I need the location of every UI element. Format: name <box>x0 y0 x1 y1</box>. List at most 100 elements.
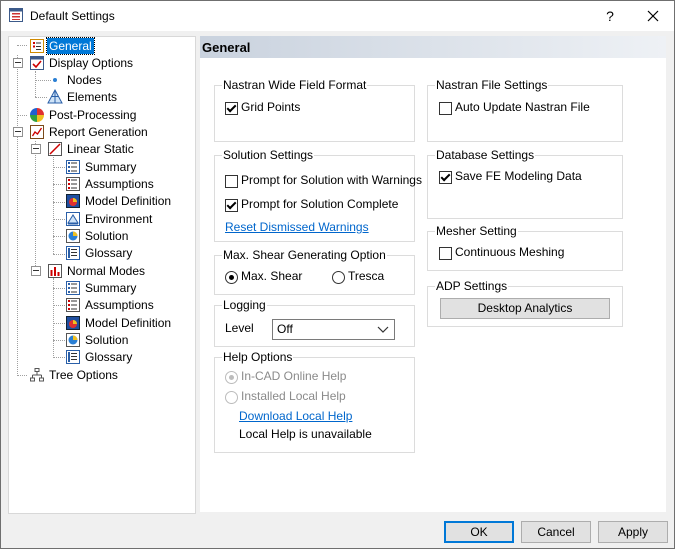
tree-item-label: Elements <box>67 90 118 104</box>
close-icon[interactable] <box>641 6 665 26</box>
solution-icon <box>66 229 80 243</box>
help-button[interactable]: ? <box>599 6 621 26</box>
nastran-file-settings-group: Nastran File Settings Auto Update Nastra… <box>427 78 623 142</box>
radio-circle[interactable] <box>225 271 238 284</box>
radio-label: Tresca <box>348 269 385 283</box>
desktop-analytics-button[interactable]: Desktop Analytics <box>440 298 610 319</box>
database-settings-group: Database Settings Save FE Modeling Data <box>427 148 623 219</box>
tree-item-general[interactable]: General <box>9 37 195 55</box>
checkbox-label: Prompt for Solution Complete <box>241 197 399 211</box>
collapse-toggle-icon[interactable] <box>31 266 41 276</box>
assumptions-icon <box>66 298 80 312</box>
tree-item-label: Display Options <box>49 56 134 70</box>
tree-item-ls-model-definition[interactable]: Model Definition <box>9 193 195 209</box>
logging-group: Logging Level Off <box>214 298 415 347</box>
tree-item-nodes[interactable]: Nodes <box>9 72 195 88</box>
tree-item-label: Assumptions <box>85 298 154 312</box>
checkbox-box[interactable] <box>439 247 452 260</box>
tree-options-icon <box>30 368 44 382</box>
tree-item-report-generation[interactable]: Report Generation <box>9 124 195 140</box>
collapse-toggle-icon[interactable] <box>31 144 41 154</box>
cancel-button[interactable]: Cancel <box>521 521 591 543</box>
tree-item-display-options[interactable]: Display Options <box>9 55 195 71</box>
tree-item-label: Post-Processing <box>49 108 137 122</box>
collapse-toggle-icon[interactable] <box>13 127 23 137</box>
tree-item-nm-model-definition[interactable]: Model Definition <box>9 315 195 331</box>
local-help-status: Local Help is unavailable <box>239 427 372 441</box>
chevron-down-icon <box>377 326 389 333</box>
assumptions-icon <box>66 177 80 191</box>
solution-settings-group: Solution Settings Prompt for Solution wi… <box>214 148 422 242</box>
checkbox-box[interactable] <box>439 102 452 115</box>
tree-item-label: Summary <box>85 160 137 174</box>
summary-icon <box>66 281 80 295</box>
tree-item-label: Report Generation <box>49 125 148 139</box>
checkbox-label: Continuous Meshing <box>455 245 565 259</box>
apply-button[interactable]: Apply <box>598 521 668 543</box>
tree-item-label: Model Definition <box>85 316 172 330</box>
solution-icon <box>66 333 80 347</box>
display-settings-icon <box>30 56 44 70</box>
tree-item-nm-summary[interactable]: Summary <box>9 280 195 296</box>
tree-item-ls-glossary[interactable]: Glossary <box>9 245 195 261</box>
checkbox-box[interactable] <box>225 199 238 212</box>
panel-header: General <box>200 36 666 58</box>
group-title: Help Options <box>222 350 294 364</box>
tree-item-nm-solution[interactable]: Solution <box>9 332 195 348</box>
radio-label: Installed Local Help <box>241 389 346 403</box>
mesher-setting-group: Mesher Setting Continuous Meshing <box>427 224 623 271</box>
radio-label: Max. Shear <box>241 269 303 283</box>
post-processing-icon <box>30 108 44 122</box>
tree-item-label: Solution <box>85 333 129 347</box>
checkbox-box[interactable] <box>439 171 452 184</box>
download-local-help-link[interactable]: Download Local Help <box>239 409 352 425</box>
tree-item-linear-static[interactable]: Linear Static <box>9 141 195 157</box>
reset-dismissed-warnings-link[interactable]: Reset Dismissed Warnings <box>225 220 369 236</box>
tree-item-nm-glossary[interactable]: Glossary <box>9 349 195 365</box>
tree-item-label: General <box>46 37 95 55</box>
list-page-icon <box>30 39 44 53</box>
element-mesh-icon <box>47 89 63 104</box>
summary-icon <box>66 160 80 174</box>
model-definition-icon <box>66 194 80 208</box>
checkbox-label: Auto Update Nastran File <box>455 100 590 114</box>
panel-title: General <box>202 40 251 55</box>
tree-item-label: Glossary <box>85 246 133 260</box>
environment-icon <box>66 212 80 226</box>
tree-item-label: Model Definition <box>85 194 172 208</box>
dialog-window: Default Settings ? General Display Optio… <box>0 0 675 549</box>
tree-item-ls-solution[interactable]: Solution <box>9 228 195 244</box>
tree-item-nm-assumptions[interactable]: Assumptions <box>9 297 195 313</box>
checkbox-box[interactable] <box>225 175 238 188</box>
window-title: Default Settings <box>30 9 115 23</box>
tree-item-ls-summary[interactable]: Summary <box>9 159 195 175</box>
linear-static-icon <box>48 142 62 156</box>
tree-item-normal-modes[interactable]: Normal Modes <box>9 263 195 279</box>
ok-button[interactable]: OK <box>444 521 514 543</box>
group-title: Logging <box>222 298 267 312</box>
tree-item-post-processing[interactable]: Post-Processing <box>9 107 195 123</box>
tree-item-elements[interactable]: Elements <box>9 89 195 105</box>
tree-item-label: Summary <box>85 281 137 295</box>
adp-settings-group: ADP Settings Desktop Analytics <box>427 279 623 327</box>
settings-tree: General Display Options Nodes Elements P… <box>8 36 196 514</box>
group-title: Mesher Setting <box>435 224 518 238</box>
model-definition-icon <box>66 316 80 330</box>
tree-item-label: Nodes <box>67 73 102 87</box>
radio-circle[interactable] <box>225 391 238 404</box>
glossary-icon <box>66 246 80 260</box>
tree-item-ls-environment[interactable]: Environment <box>9 211 195 227</box>
radio-circle[interactable] <box>225 371 238 384</box>
checkbox-label: Save FE Modeling Data <box>455 169 582 183</box>
collapse-toggle-icon[interactable] <box>13 58 23 68</box>
report-icon <box>30 125 44 139</box>
select-value: Off <box>277 322 293 336</box>
normal-modes-icon <box>48 264 62 278</box>
settings-panel: General Nastran Wide Field Format Grid P… <box>200 36 666 512</box>
tree-item-tree-options[interactable]: Tree Options <box>9 367 195 383</box>
logging-level-select[interactable]: Off <box>272 319 395 340</box>
radio-circle[interactable] <box>332 271 345 284</box>
tree-item-ls-assumptions[interactable]: Assumptions <box>9 176 195 192</box>
checkbox-box[interactable] <box>225 102 238 115</box>
tree-item-label: Environment <box>85 212 153 226</box>
